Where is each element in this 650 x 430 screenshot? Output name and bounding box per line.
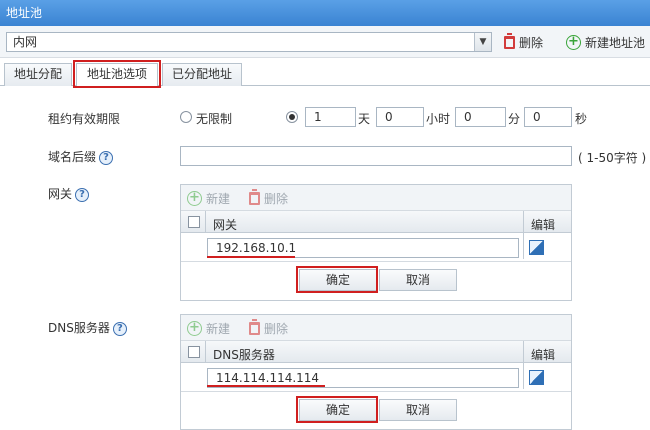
seconds-unit: 秒 xyxy=(575,112,588,126)
dns-toolbar xyxy=(181,315,571,341)
edit-icon[interactable] xyxy=(529,240,544,255)
tab-address-allocation[interactable]: 地址分配 xyxy=(4,63,72,86)
lease-days-input[interactable]: 1 xyxy=(305,107,356,127)
gateway-input[interactable]: 192.168.10.1 xyxy=(207,238,519,258)
pool-select[interactable]: 内网 xyxy=(6,32,492,52)
dns-cancel-button[interactable]: 取消 xyxy=(379,399,457,421)
trash-icon xyxy=(249,188,260,205)
highlight-underline xyxy=(207,256,295,258)
lease-minutes-input[interactable]: 0 xyxy=(455,107,506,127)
lease-unlimited-radio[interactable] xyxy=(180,111,192,123)
gateway-col-edit: 编辑 xyxy=(531,218,556,232)
row-divider xyxy=(181,391,571,392)
gateway-col-name: 网关 xyxy=(213,218,238,232)
dns-label-text: DNS服务器 xyxy=(48,321,110,335)
gateway-new-label: 新建 xyxy=(206,191,231,206)
dns-delete-button[interactable]: 删除 xyxy=(249,318,288,338)
dns-panel: + 新建 删除 DNS服务器 编辑 114.114.114.114 确定 取消 xyxy=(180,314,572,430)
gateway-new-button[interactable]: + 新建 xyxy=(187,188,230,208)
new-pool-label: 新建地址池 xyxy=(585,35,646,50)
dns-col-edit: 编辑 xyxy=(531,348,556,362)
minutes-unit: 分 xyxy=(508,112,521,126)
domain-suffix-input[interactable] xyxy=(180,146,572,166)
lease-unlimited-label: 无限制 xyxy=(196,112,233,126)
trash-icon xyxy=(249,318,260,335)
hours-unit: 小时 xyxy=(426,112,451,126)
dns-select-all-checkbox[interactable] xyxy=(188,346,200,358)
window-title: 地址池 xyxy=(0,0,650,26)
help-icon[interactable]: ? xyxy=(75,187,90,202)
new-pool-button[interactable]: + 新建地址池 xyxy=(566,32,645,52)
add-icon: + xyxy=(187,190,202,206)
gateway-delete-button[interactable]: 删除 xyxy=(249,188,288,208)
add-icon: + xyxy=(566,34,581,50)
gateway-label-text: 网关 xyxy=(48,187,73,201)
row-divider xyxy=(181,261,571,262)
column-divider xyxy=(205,341,206,363)
lease-custom-radio[interactable] xyxy=(286,111,298,123)
column-divider xyxy=(523,341,524,389)
tab-allocated-addresses[interactable]: 已分配地址 xyxy=(162,63,242,86)
domain-suffix-text: 域名后缀 xyxy=(48,150,97,164)
days-unit: 天 xyxy=(358,112,371,126)
column-divider xyxy=(523,211,524,259)
lease-hours-input[interactable]: 0 xyxy=(376,107,424,127)
gateway-ok-button[interactable]: 确定 xyxy=(299,269,377,291)
help-icon[interactable]: ? xyxy=(99,150,114,165)
domain-suffix-hint: ( 1-50字符 ) xyxy=(578,151,647,165)
add-icon: + xyxy=(187,320,202,336)
dns-new-label: 新建 xyxy=(206,321,231,336)
dns-delete-label: 删除 xyxy=(264,321,289,336)
gateway-panel: + 新建 删除 网关 编辑 192.168.10.1 确定 取消 xyxy=(180,184,572,301)
highlight-underline xyxy=(207,385,325,387)
dns-new-button[interactable]: + 新建 xyxy=(187,318,230,338)
edit-icon[interactable] xyxy=(529,370,544,385)
domain-suffix-label: 域名后缀? xyxy=(48,148,114,165)
gateway-cancel-button[interactable]: 取消 xyxy=(379,269,457,291)
gateway-select-all-checkbox[interactable] xyxy=(188,216,200,228)
column-divider xyxy=(205,211,206,233)
delete-pool-button[interactable]: 删除 xyxy=(504,32,543,52)
lease-label: 租约有效期限 xyxy=(48,112,121,126)
gateway-label: 网关? xyxy=(48,185,90,202)
chevron-down-icon[interactable]: ▼ xyxy=(474,33,491,51)
dns-col-name: DNS服务器 xyxy=(213,348,275,362)
gateway-toolbar xyxy=(181,185,571,211)
dns-ok-button[interactable]: 确定 xyxy=(299,399,377,421)
delete-pool-label: 删除 xyxy=(519,35,544,50)
dns-label: DNS服务器? xyxy=(48,319,127,336)
gateway-delete-label: 删除 xyxy=(264,191,289,206)
gateway-table-header xyxy=(181,211,571,233)
help-icon[interactable]: ? xyxy=(112,321,127,336)
lease-seconds-input[interactable]: 0 xyxy=(524,107,572,127)
trash-icon xyxy=(504,32,515,49)
tab-pool-options[interactable]: 地址池选项 xyxy=(76,63,158,87)
